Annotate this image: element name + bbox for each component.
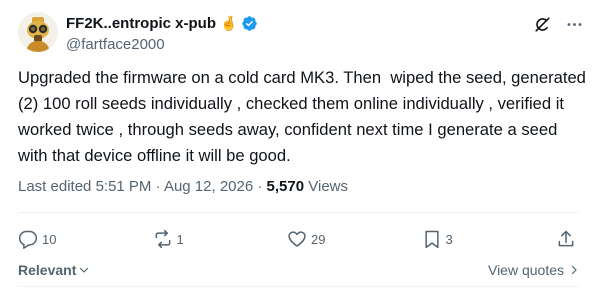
replies-footer: Relevant View quotes (18, 260, 580, 280)
crossed-fingers-emoji: 🤞 (220, 14, 238, 31)
last-edited-link[interactable]: Last edited (18, 178, 91, 195)
view-quotes-label: View quotes (487, 262, 564, 278)
chevron-right-icon (571, 265, 577, 275)
display-name[interactable]: FF2K..entropic x-pub (66, 15, 216, 32)
divider (18, 212, 580, 213)
sort-relevant-button[interactable]: Relevant (18, 262, 90, 278)
share-button[interactable] (556, 229, 576, 249)
display-name-row: FF2K..entropic x-pub 🤞 (66, 12, 258, 34)
heart-icon (288, 231, 306, 247)
verified-badge-icon[interactable] (241, 15, 258, 32)
author-handle[interactable]: @fartface2000 (66, 35, 258, 55)
more-options-icon[interactable] (564, 14, 584, 34)
bookmark-icon (424, 230, 439, 249)
like-count: 29 (311, 231, 326, 247)
bookmark-button[interactable]: 3 (422, 229, 462, 249)
avatar[interactable] (18, 12, 58, 52)
meta-separator: · (155, 178, 161, 195)
repost-icon (155, 229, 170, 249)
reply-count: 10 (42, 231, 57, 247)
tweet-header: FF2K..entropic x-pub 🤞 @fartface2000 (18, 12, 584, 56)
tweet-time[interactable]: 5:51 PM (96, 178, 152, 195)
views-label: Views (308, 178, 349, 195)
tweet-text: Upgraded the firmware on a cold card MK3… (18, 68, 591, 165)
tweet-date[interactable]: Aug 12, 2026 (164, 178, 253, 195)
reply-icon (18, 230, 38, 249)
reply-button[interactable]: 10 (18, 229, 58, 249)
tweet-meta: Last edited 5:51 PM · Aug 12, 2026 · 5,5… (18, 178, 348, 195)
meta-separator: · (257, 178, 263, 195)
repost-count: 1 (176, 231, 184, 247)
grok-icon[interactable] (532, 14, 552, 34)
chevron-down-icon (80, 267, 89, 273)
divider (18, 286, 580, 287)
views-count: 5,570 (266, 178, 305, 195)
bookmark-count: 3 (445, 231, 453, 247)
like-button[interactable]: 29 (287, 229, 327, 249)
author-names: FF2K..entropic x-pub 🤞 @fartface2000 (66, 12, 258, 55)
share-icon (558, 230, 574, 247)
repost-button[interactable]: 1 (153, 229, 193, 249)
sort-label: Relevant (18, 262, 77, 278)
view-quotes-link[interactable]: View quotes (488, 262, 580, 278)
tweet-actions: 10 1 29 3 (18, 226, 576, 252)
header-actions (532, 14, 584, 34)
